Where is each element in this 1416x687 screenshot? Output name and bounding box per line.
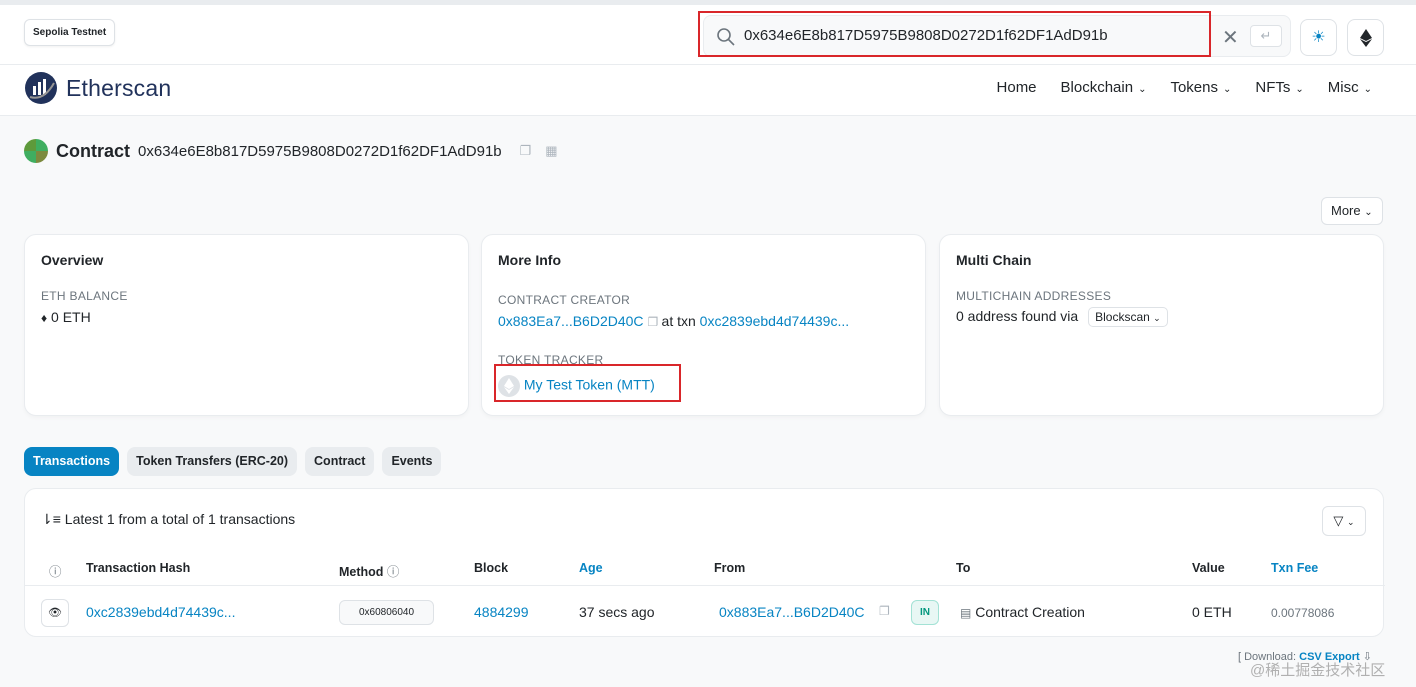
ethereum-icon: [1359, 29, 1372, 47]
txn-value: 0 ETH: [1192, 604, 1232, 620]
to-value-text: Contract Creation: [975, 604, 1085, 620]
enter-key-icon[interactable]: ↵: [1250, 25, 1282, 47]
col-block: Block: [474, 561, 509, 575]
multi-chain-title: Multi Chain: [956, 252, 1032, 268]
at-txn-text: at txn: [661, 313, 696, 329]
blockscan-dropdown[interactable]: Blockscan ⌄: [1088, 307, 1168, 327]
table-summary-text: Latest 1 from a total of 1 transactions: [64, 511, 296, 527]
col-method: Method ⓘ: [339, 561, 399, 580]
menu-tokens[interactable]: Tokens ⌄: [1170, 79, 1231, 96]
qr-code-icon[interactable]: ▦: [545, 143, 557, 159]
search-highlight-box: [698, 11, 1211, 57]
chevron-down-icon: ⌄: [1223, 84, 1232, 95]
contract-address: 0x634e6E8b817D5975B9808D0272D1f62DF1AdD9…: [138, 142, 502, 160]
etherscan-logo[interactable]: Etherscan: [24, 71, 171, 105]
contract-header: Contract 0x634e6E8b817D5975B9808D0272D1f…: [24, 139, 558, 163]
col-to: To: [956, 561, 971, 575]
sort-icon: ⇂≡: [41, 511, 61, 527]
age-value: 37 secs ago: [579, 604, 655, 620]
clear-icon[interactable]: ✕: [1222, 25, 1239, 50]
page-title: Contract: [56, 140, 131, 161]
help-icon[interactable]: ⓘ: [49, 561, 62, 580]
col-transaction-hash: Transaction Hash: [86, 561, 191, 575]
col-method-label: Method: [339, 565, 384, 579]
txn-hash-link[interactable]: 0xc2839ebd4d74439c...: [86, 604, 235, 620]
transactions-table: ⇂≡ Latest 1 from a total of 1 transactio…: [24, 488, 1385, 637]
chevron-down-icon: ⌄: [1347, 517, 1355, 527]
eth-balance-label: ETH BALANCE: [41, 289, 128, 303]
ethereum-icon: ♦: [41, 311, 48, 325]
tab-transactions[interactable]: Transactions: [24, 447, 120, 476]
eye-icon: 👁: [48, 607, 62, 619]
contract-creator-label: CONTRACT CREATOR: [498, 293, 631, 307]
chevron-down-icon: ⌄: [1364, 207, 1373, 218]
overview-card: Overview ETH BALANCE ♦ 0 ETH: [24, 234, 469, 416]
filter-icon: ▽: [1333, 513, 1344, 528]
from-address-link[interactable]: 0x883Ea7...B6D2D40C: [719, 604, 865, 620]
watermark: @稀土掘金技术社区: [1250, 662, 1386, 679]
menu-blockchain[interactable]: Blockchain ⌄: [1061, 79, 1147, 96]
tab-token-transfers[interactable]: Token Transfers (ERC-20): [127, 447, 298, 476]
contract-icon: ▤: [960, 606, 972, 620]
more-label: More: [1331, 203, 1361, 218]
col-from: From: [714, 561, 746, 575]
theme-toggle-button[interactable]: ☀: [1300, 19, 1337, 56]
copy-icon[interactable]: ❐: [647, 315, 661, 329]
row-divider: [25, 585, 1385, 586]
menu-blockchain-label: Blockchain: [1060, 79, 1134, 96]
info-icon[interactable]: ⓘ: [387, 565, 400, 579]
avatar: [24, 139, 48, 163]
multi-chain-card: Multi Chain MULTICHAIN ADDRESSES 0 addre…: [939, 234, 1384, 416]
direction-badge: IN: [911, 600, 939, 625]
etherscan-logo-icon: [25, 72, 57, 104]
multichain-addresses-label: MULTICHAIN ADDRESSES: [956, 289, 1112, 303]
menu-tokens-label: Tokens: [1170, 79, 1218, 96]
chevron-down-icon: ⌄: [1138, 84, 1147, 95]
menu-nfts-label: NFTs: [1255, 79, 1291, 96]
overview-title: Overview: [41, 252, 104, 268]
block-link[interactable]: 4884299: [474, 604, 529, 620]
table-summary: ⇂≡ Latest 1 from a total of 1 transactio…: [41, 511, 295, 528]
chevron-down-icon: ⌄: [1295, 84, 1304, 95]
eth-balance-value: 0 ETH: [51, 309, 91, 325]
network-switch-button[interactable]: [1347, 19, 1384, 56]
method-badge: 0x60806040: [339, 600, 434, 625]
top-menu: Home Blockchain ⌄ Tokens ⌄ NFTs ⌄ Misc ⌄: [973, 79, 1372, 96]
to-value: ▤ Contract Creation: [960, 604, 1085, 620]
chevron-down-icon: ⌄: [1153, 313, 1161, 323]
menu-nfts[interactable]: NFTs ⌄: [1255, 79, 1303, 96]
logo-text: Etherscan: [66, 74, 172, 101]
blockscan-label: Blockscan: [1095, 310, 1150, 324]
tab-events[interactable]: Events: [382, 447, 442, 476]
token-highlight-box: [494, 364, 681, 402]
col-txn-fee[interactable]: Txn Fee: [1271, 561, 1318, 575]
col-age[interactable]: Age: [579, 561, 603, 575]
more-info-title: More Info: [498, 252, 561, 268]
copy-icon[interactable]: ❐: [879, 604, 890, 618]
copy-icon[interactable]: ❐: [520, 143, 532, 159]
network-badge[interactable]: Sepolia Testnet: [24, 19, 116, 46]
tab-bar: Transactions Token Transfers (ERC-20) Co…: [24, 447, 449, 476]
chevron-down-icon: ⌄: [1363, 84, 1372, 95]
preview-button[interactable]: 👁: [41, 599, 69, 627]
contract-creator: 0x883Ea7...B6D2D40C ❐ at txn 0xc2839ebd4…: [498, 313, 849, 329]
more-dropdown[interactable]: More ⌄: [1321, 197, 1383, 225]
tab-contract[interactable]: Contract: [305, 447, 375, 476]
main-nav: Etherscan Home Blockchain ⌄ Tokens ⌄ NFTs ⌄…: [0, 64, 1416, 116]
eth-balance: ♦ 0 ETH: [41, 309, 91, 325]
creator-address-link[interactable]: 0x883Ea7...B6D2D40C: [498, 313, 644, 329]
menu-misc-label: Misc: [1327, 79, 1359, 96]
menu-home[interactable]: Home: [997, 79, 1037, 96]
col-value: Value: [1192, 561, 1225, 575]
txn-fee-value: 0.00778086: [1271, 606, 1335, 620]
menu-misc[interactable]: Misc ⌄: [1328, 79, 1372, 96]
creator-txn-link[interactable]: 0xc2839ebd4d74439c...: [700, 313, 849, 329]
multichain-found: 0 address found via Blockscan ⌄: [956, 307, 1168, 327]
sun-icon: ☀: [1311, 29, 1326, 46]
multichain-found-text: 0 address found via: [956, 308, 1079, 324]
filter-button[interactable]: ▽ ⌄: [1322, 506, 1366, 536]
